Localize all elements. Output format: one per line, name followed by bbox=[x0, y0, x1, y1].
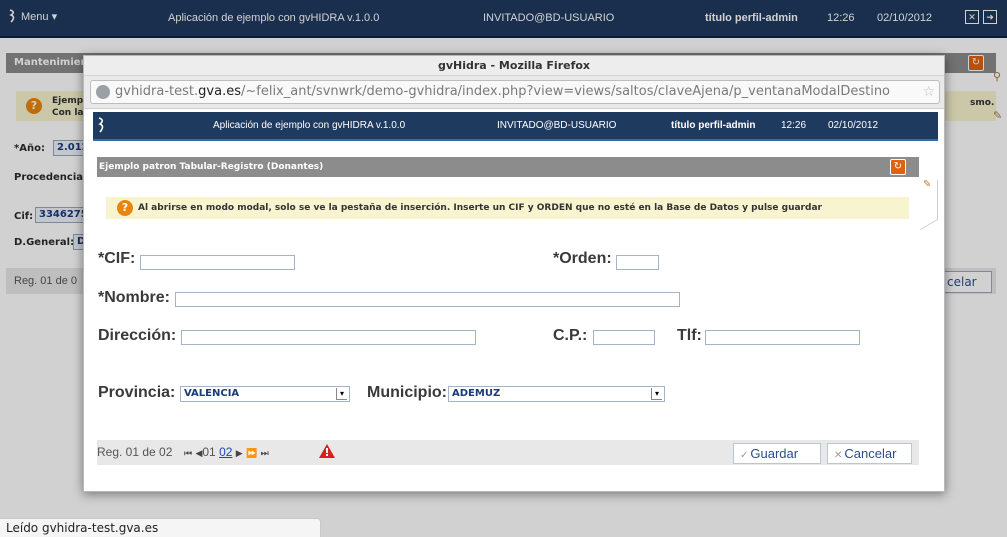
reg-label: Reg. 01 de 02 bbox=[97, 445, 173, 459]
refresh-icon[interactable]: ↻ bbox=[890, 159, 906, 175]
cp-input[interactable] bbox=[593, 330, 655, 345]
modal-user-label: INVITADO@BD-USUARIO bbox=[497, 120, 617, 131]
browser-status-bar: Leído gvhidra-test.gva.es bbox=[0, 518, 321, 537]
nombre-label: *Nombre: bbox=[98, 289, 171, 306]
save-button[interactable]: ✓ Guardar bbox=[733, 443, 821, 464]
provincia-select[interactable]: VALENCIA ▾ bbox=[180, 386, 350, 402]
direccion-input[interactable] bbox=[181, 330, 476, 345]
cp-label: C.P.: bbox=[553, 327, 588, 344]
municipio-label: Municipio: bbox=[367, 384, 447, 401]
cancel-label: Cancelar bbox=[844, 446, 897, 461]
cancel-x-icon: ✕ bbox=[834, 450, 843, 461]
last-page-icon[interactable]: ⏭ bbox=[261, 448, 269, 458]
modal-date-label: 02/10/2012 bbox=[828, 120, 879, 131]
window-title: gvHidra - Mozilla Firefox bbox=[84, 56, 944, 76]
check-icon: ✓ bbox=[740, 450, 749, 461]
help-icon: ? bbox=[117, 200, 133, 216]
tlf-label: Tlf: bbox=[677, 327, 702, 344]
url-prefix: gvhidra-test. bbox=[115, 84, 199, 99]
globe-icon bbox=[96, 85, 110, 99]
page-current: 01 bbox=[202, 445, 216, 459]
orden-input[interactable] bbox=[616, 255, 659, 270]
dropdown-arrow-icon[interactable]: ▾ bbox=[651, 388, 662, 400]
gvhidra-logo-icon bbox=[98, 117, 104, 133]
orden-label: *Orden: bbox=[553, 250, 612, 267]
page-curl-shape bbox=[920, 179, 938, 231]
warning-icon bbox=[319, 444, 335, 458]
form-title: Ejemplo patron Tabular-Registro (Donante… bbox=[97, 157, 919, 177]
page-link[interactable]: 02 bbox=[219, 445, 232, 459]
provincia-label: Provincia: bbox=[98, 384, 176, 401]
modal-time-label: 12:26 bbox=[781, 120, 807, 131]
save-label: Guardar bbox=[750, 446, 799, 461]
nombre-input[interactable] bbox=[175, 292, 680, 307]
pager-nav: ⏮ ◀01 02 ▶ ⏩ ⏭ bbox=[184, 445, 269, 459]
bookmark-star-icon[interactable]: ☆ bbox=[922, 81, 935, 103]
cif-label: *CIF: bbox=[98, 250, 136, 267]
direccion-label: Dirección: bbox=[98, 327, 177, 344]
info-message-text: Al abrirse en modo modal, solo se ve la … bbox=[138, 203, 822, 213]
fast-forward-icon[interactable]: ⏩ bbox=[246, 448, 257, 458]
first-page-icon[interactable]: ⏮ bbox=[184, 448, 192, 458]
municipio-select[interactable]: ADEMUZ ▾ bbox=[448, 386, 665, 402]
page-curl: ✎ bbox=[920, 179, 940, 231]
firefox-modal-window: gvHidra - Mozilla Firefox gvhidra-test.g… bbox=[83, 55, 945, 492]
dropdown-arrow-icon[interactable]: ▾ bbox=[336, 388, 347, 400]
modal-app-header: Aplicación de ejemplo con gvHIDRA v.1.0.… bbox=[93, 112, 938, 141]
url-field[interactable]: gvhidra-test.gva.es/~felix_ant/svnwrk/de… bbox=[90, 80, 940, 104]
url-path: /~felix_ant/svnwrk/demo-gvhidra/index.ph… bbox=[240, 84, 891, 99]
url-domain: gva.es bbox=[198, 84, 241, 99]
modal-profile-label: título perfil-admin bbox=[671, 120, 756, 131]
tlf-input[interactable] bbox=[705, 330, 860, 345]
modal-app-title: Aplicación de ejemplo con gvHIDRA v.1.0.… bbox=[213, 120, 406, 131]
municipio-selected-value: ADEMUZ bbox=[452, 388, 501, 399]
info-message: ? Al abrirse en modo modal, solo se ve l… bbox=[106, 197, 909, 219]
provincia-selected-value: VALENCIA bbox=[184, 388, 240, 399]
url-bar: gvhidra-test.gva.es/~felix_ant/svnwrk/de… bbox=[84, 76, 944, 109]
cancel-button[interactable]: ✕ Cancelar bbox=[827, 443, 912, 464]
next-page-icon[interactable]: ▶ bbox=[236, 448, 243, 458]
cif-input[interactable] bbox=[140, 255, 295, 270]
